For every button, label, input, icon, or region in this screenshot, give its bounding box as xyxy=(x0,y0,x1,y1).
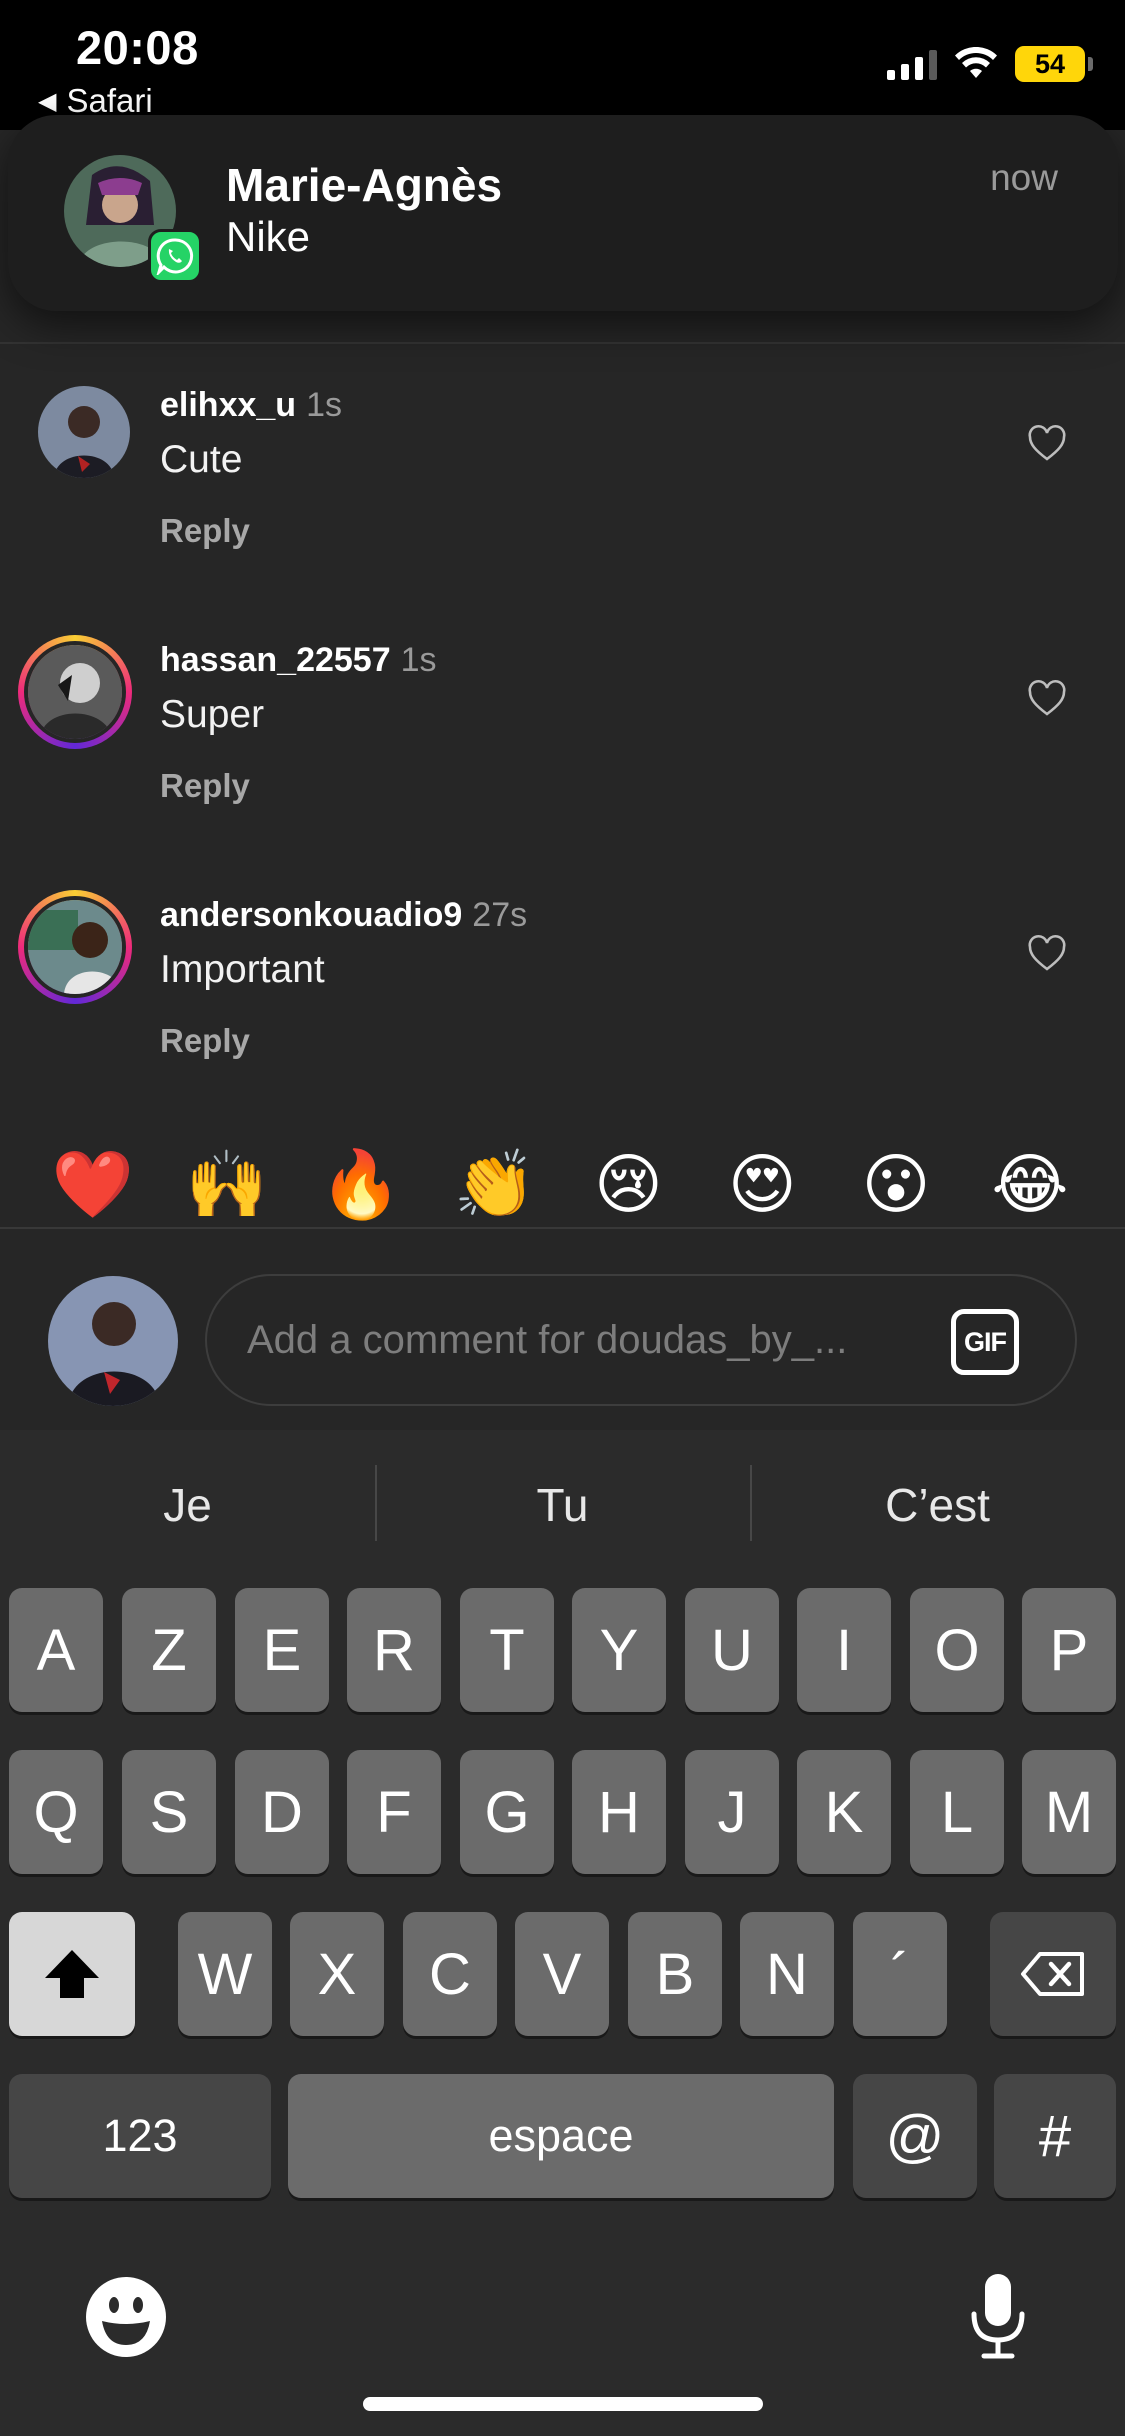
emoji-fire[interactable]: 🔥 xyxy=(316,1152,406,1218)
shift-key[interactable] xyxy=(9,1912,135,2036)
comment-meta: andersonkouadio9 27s xyxy=(160,896,527,935)
emoji-quick-reactions: ❤️ 🙌 🔥 👏 😢 😍 😮 😂 xyxy=(0,1110,1125,1260)
key-z[interactable]: Z xyxy=(122,1588,216,1712)
status-bar: 20:08 ◀ Safari 54 xyxy=(0,0,1125,130)
emoji-red-heart[interactable]: ❤️ xyxy=(48,1152,138,1218)
battery-icon: 54 xyxy=(1015,46,1093,82)
microphone-dictation-icon[interactable] xyxy=(966,2270,1030,2362)
key-k[interactable]: K xyxy=(797,1750,891,1874)
key-h[interactable]: H xyxy=(572,1750,666,1874)
comment-item: elihxx_u 1s Cute Reply xyxy=(0,386,1125,636)
key-o[interactable]: O xyxy=(910,1588,1004,1712)
commenter-avatar-story-ring[interactable] xyxy=(18,635,132,749)
space-key[interactable]: espace xyxy=(288,2074,834,2198)
backspace-key[interactable] xyxy=(990,1912,1116,2036)
comment-time: 27s xyxy=(472,896,528,934)
key-acute-accent[interactable]: ´ xyxy=(853,1912,947,2036)
comment-username[interactable]: andersonkouadio9 xyxy=(160,896,462,934)
key-e[interactable]: E xyxy=(235,1588,329,1712)
comment-meta: hassan_22557 1s xyxy=(160,641,437,680)
commenter-avatar[interactable] xyxy=(38,386,130,478)
notification-sender: Marie-Agnès xyxy=(226,159,503,211)
predictive-text-bar: Je Tu C’est xyxy=(0,1430,1125,1580)
reply-button[interactable]: Reply xyxy=(160,1022,250,1060)
key-s[interactable]: S xyxy=(122,1750,216,1874)
key-w[interactable]: W xyxy=(178,1912,272,2036)
delete-backspace-icon xyxy=(1021,1952,1084,1996)
key-x[interactable]: X xyxy=(290,1912,384,2036)
key-d[interactable]: D xyxy=(235,1750,329,1874)
notification-time: now xyxy=(990,157,1058,198)
key-f[interactable]: F xyxy=(347,1750,441,1874)
like-heart-icon[interactable] xyxy=(1027,934,1067,974)
comment-text: Important xyxy=(160,948,325,991)
status-indicators: 54 xyxy=(887,46,1093,82)
comment-item: andersonkouadio9 27s Important Reply xyxy=(0,890,1125,1146)
key-j[interactable]: J xyxy=(685,1750,779,1874)
wifi-icon xyxy=(955,47,997,78)
keyboard: Je Tu C’est A Z E R T Y U I O P Q S D F … xyxy=(0,1430,1125,2436)
key-l[interactable]: L xyxy=(910,1750,1004,1874)
comment-time: 1s xyxy=(400,641,437,679)
comment-input-placeholder: Add a comment for doudas_by_... xyxy=(247,1318,848,1362)
comment-composer: Add a comment for doudas_by_... GIF xyxy=(0,1262,1125,1430)
comment-text: Cute xyxy=(160,438,243,481)
like-heart-icon[interactable] xyxy=(1027,424,1067,464)
suggestion-item[interactable]: Je xyxy=(0,1430,375,1580)
key-m[interactable]: M xyxy=(1022,1750,1116,1874)
top-divider xyxy=(0,342,1125,344)
comment-text: Super xyxy=(160,693,265,736)
notification-message: Nike xyxy=(226,213,311,260)
comment-username[interactable]: hassan_22557 xyxy=(160,641,391,679)
like-heart-icon[interactable] xyxy=(1027,679,1067,719)
reply-button[interactable]: Reply xyxy=(160,767,250,805)
whatsapp-notification-banner[interactable]: Marie-Agnès Nike now xyxy=(8,115,1118,311)
emoji-surprised-face[interactable]: 😮 xyxy=(851,1152,941,1218)
key-y[interactable]: Y xyxy=(572,1588,666,1712)
commenter-avatar-story-ring[interactable] xyxy=(18,890,132,1004)
key-q[interactable]: Q xyxy=(9,1750,103,1874)
status-time: 20:08 xyxy=(76,21,199,74)
comment-item: hassan_22557 1s Super Reply xyxy=(0,635,1125,891)
cellular-signal-icon xyxy=(887,48,937,80)
comment-meta: elihxx_u 1s xyxy=(160,386,342,425)
key-c[interactable]: C xyxy=(403,1912,497,2036)
key-u[interactable]: U xyxy=(685,1588,779,1712)
key-r[interactable]: R xyxy=(347,1588,441,1712)
comment-input[interactable]: Add a comment for doudas_by_... GIF xyxy=(205,1274,1077,1406)
shift-arrow-icon xyxy=(45,1950,99,1998)
key-b[interactable]: B xyxy=(628,1912,722,2036)
battery-level: 54 xyxy=(1034,48,1066,79)
key-n[interactable]: N xyxy=(740,1912,834,2036)
suggestion-item[interactable]: C’est xyxy=(750,1430,1125,1580)
at-key[interactable]: @ xyxy=(853,2074,977,2198)
current-user-avatar xyxy=(48,1276,178,1406)
key-g[interactable]: G xyxy=(460,1750,554,1874)
key-p[interactable]: P xyxy=(1022,1588,1116,1712)
emoji-clapping-hands[interactable]: 👏 xyxy=(450,1152,540,1218)
key-a[interactable]: A xyxy=(9,1588,103,1712)
hash-key[interactable]: # xyxy=(994,2074,1116,2198)
reply-button[interactable]: Reply xyxy=(160,512,250,550)
comment-time: 1s xyxy=(306,386,342,424)
suggestion-item[interactable]: Tu xyxy=(375,1430,750,1580)
whatsapp-icon xyxy=(148,229,202,283)
emoji-heart-eyes[interactable]: 😍 xyxy=(717,1152,807,1218)
home-indicator[interactable] xyxy=(363,2397,763,2411)
emoji-raising-hands[interactable]: 🙌 xyxy=(182,1152,272,1218)
emoji-tears-of-joy[interactable]: 😂 xyxy=(985,1152,1075,1218)
emoji-crying-face[interactable]: 😢 xyxy=(583,1152,673,1218)
numbers-key[interactable]: 123 xyxy=(9,2074,271,2198)
comment-username[interactable]: elihxx_u xyxy=(160,386,296,424)
emoji-keyboard-icon[interactable] xyxy=(84,2275,168,2359)
key-i[interactable]: I xyxy=(797,1588,891,1712)
key-v[interactable]: V xyxy=(515,1912,609,2036)
back-arrow-icon: ◀ xyxy=(38,87,57,115)
gif-button[interactable]: GIF xyxy=(951,1309,1019,1375)
key-t[interactable]: T xyxy=(460,1588,554,1712)
